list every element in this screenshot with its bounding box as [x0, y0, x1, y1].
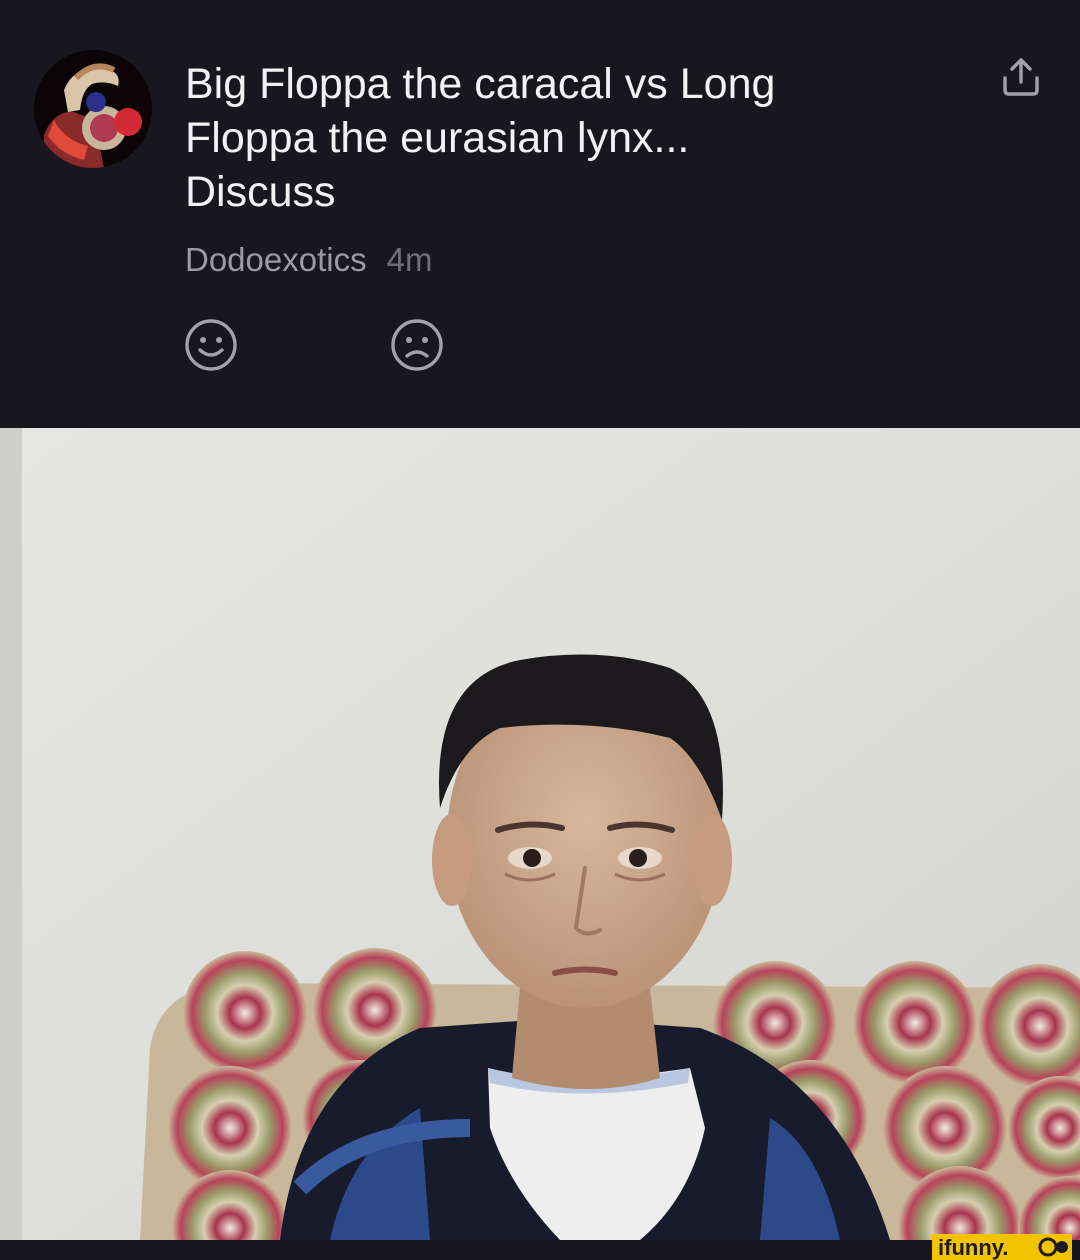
post-image[interactable] — [0, 428, 1080, 1240]
post-meta: Dodoexotics 4m — [185, 238, 432, 282]
share-button[interactable] — [996, 56, 1046, 100]
ifunny-watermark: ifunny. — [932, 1234, 1072, 1260]
share-icon — [1003, 58, 1039, 96]
avatar-image — [34, 50, 152, 168]
author-name[interactable]: Dodoexotics — [185, 241, 367, 278]
post-photo — [0, 428, 1080, 1240]
page: Big Floppa the caracal vs Long Floppa th… — [0, 0, 1080, 1260]
smile-icon — [185, 319, 237, 371]
avatar[interactable] — [34, 50, 152, 168]
like-button[interactable] — [184, 318, 238, 372]
frown-icon — [391, 319, 443, 371]
dislike-button[interactable] — [390, 318, 444, 372]
footer-bar — [0, 1240, 1080, 1260]
post-header: Big Floppa the caracal vs Long Floppa th… — [0, 0, 1080, 428]
svg-text:ifunny.: ifunny. — [938, 1235, 1008, 1260]
post-time: 4m — [386, 241, 433, 278]
ifunny-logo: ifunny. — [938, 1235, 1068, 1260]
post-title: Big Floppa the caracal vs Long Floppa th… — [185, 60, 776, 216]
